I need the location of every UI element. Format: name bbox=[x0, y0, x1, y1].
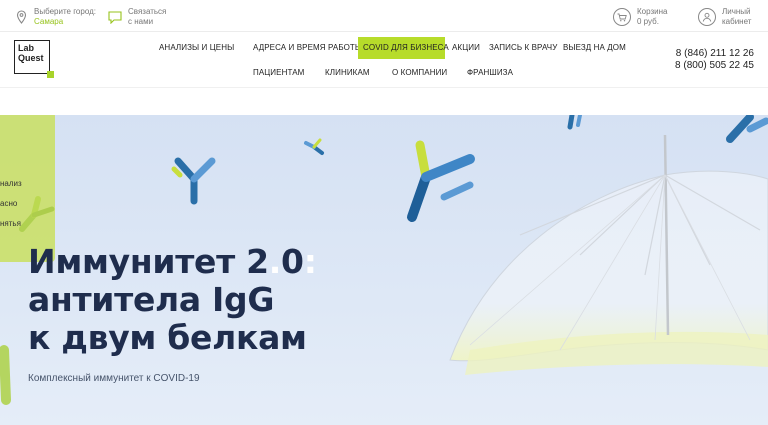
contact-line2: с нами bbox=[128, 17, 154, 26]
cart-link[interactable]: Корзина 0 руб. bbox=[613, 7, 667, 27]
nav-franchise[interactable]: ФРАНШИЗА bbox=[462, 64, 518, 82]
logo-line1: Lab bbox=[18, 43, 35, 53]
nav-tests-prices[interactable]: АНАЛИЗЫ И ЦЕНЫ bbox=[154, 39, 239, 57]
logo-accent-square bbox=[47, 71, 54, 78]
side-panel-tab[interactable] bbox=[0, 115, 55, 262]
logo[interactable]: Lab Quest bbox=[14, 40, 54, 78]
city-value[interactable]: Самара bbox=[34, 17, 63, 26]
contact-link[interactable]: Связаться с нами bbox=[108, 7, 166, 27]
antibody-illustration-3 bbox=[407, 140, 475, 222]
phone-1[interactable]: 8 (846) 211 12 26 bbox=[675, 48, 754, 60]
nav-patients[interactable]: ПАЦИЕНТАМ bbox=[248, 64, 309, 82]
city-label: Выберите город: bbox=[34, 7, 96, 16]
side-panel-line-3: нятья bbox=[0, 219, 21, 228]
side-panel-line-2: асно bbox=[0, 199, 18, 208]
account-link[interactable]: Личный кабинет bbox=[698, 7, 751, 27]
cart-label: Корзина bbox=[637, 7, 668, 16]
main-header: Lab Quest АНАЛИЗЫ И ЦЕНЫ АДРЕСА И ВРЕМЯ … bbox=[0, 32, 768, 88]
nav-about[interactable]: О КОМПАНИИ bbox=[387, 64, 452, 82]
antibody-illustration-7 bbox=[0, 345, 11, 405]
antibody-illustration-4 bbox=[567, 115, 582, 130]
phone-numbers: 8 (846) 211 12 26 8 (800) 505 22 45 bbox=[675, 48, 754, 72]
antibody-illustration-5 bbox=[726, 115, 768, 143]
hero-title-colon: : bbox=[303, 242, 317, 281]
hero-title: Иммунитет 2.0: антитела IgG к двум белка… bbox=[28, 243, 317, 357]
top-bar: Выберите город: Самара Связаться с нами … bbox=[0, 0, 768, 32]
hero-subtitle: Комплексный иммунитет к COVID-19 bbox=[28, 373, 200, 384]
hero-title-line3: к двум белкам bbox=[28, 318, 307, 357]
map-pin-icon bbox=[14, 9, 28, 25]
antibody-illustration-1 bbox=[171, 157, 216, 205]
nav-clinics[interactable]: КЛИНИКАМ bbox=[320, 64, 375, 82]
hero-title-dot: . bbox=[268, 242, 282, 281]
phone-2[interactable]: 8 (800) 505 22 45 bbox=[675, 60, 754, 72]
logo-line2: Quest bbox=[18, 53, 44, 63]
nav-covid-business[interactable]: COVID ДЛЯ БИЗНЕСА bbox=[358, 37, 449, 59]
hero-title-line1-end: 0 bbox=[281, 242, 304, 281]
chat-icon bbox=[108, 9, 122, 25]
nav-addresses[interactable]: АДРЕСА И ВРЕМЯ РАБОТЫ bbox=[248, 39, 367, 57]
antibody-illustration-2 bbox=[304, 138, 324, 155]
contact-line1: Связаться bbox=[128, 7, 167, 16]
nav-home-visit[interactable]: ВЫЕЗД НА ДОМ bbox=[558, 39, 631, 57]
hero-title-line2: антитела IgG bbox=[28, 280, 275, 319]
hero-title-line1: Иммунитет 2.0: bbox=[28, 243, 317, 281]
city-selector[interactable]: Выберите город: Самара bbox=[14, 7, 96, 27]
hero-title-line1-text: Иммунитет 2 bbox=[28, 242, 269, 281]
account-line1: Личный bbox=[722, 7, 751, 16]
side-panel-line-1: нализ bbox=[0, 179, 22, 188]
hero-banner[interactable]: нализ асно нятья Иммунитет 2.0: антитела… bbox=[0, 115, 768, 425]
nav-doctor-appointment[interactable]: ЗАПИСЬ К ВРАЧУ bbox=[484, 39, 562, 57]
nav-promotions[interactable]: АКЦИИ bbox=[447, 39, 485, 57]
cart-amount: 0 руб. bbox=[637, 17, 659, 26]
account-line2: кабинет bbox=[722, 17, 752, 26]
cart-icon bbox=[613, 8, 631, 26]
user-icon bbox=[698, 8, 716, 26]
